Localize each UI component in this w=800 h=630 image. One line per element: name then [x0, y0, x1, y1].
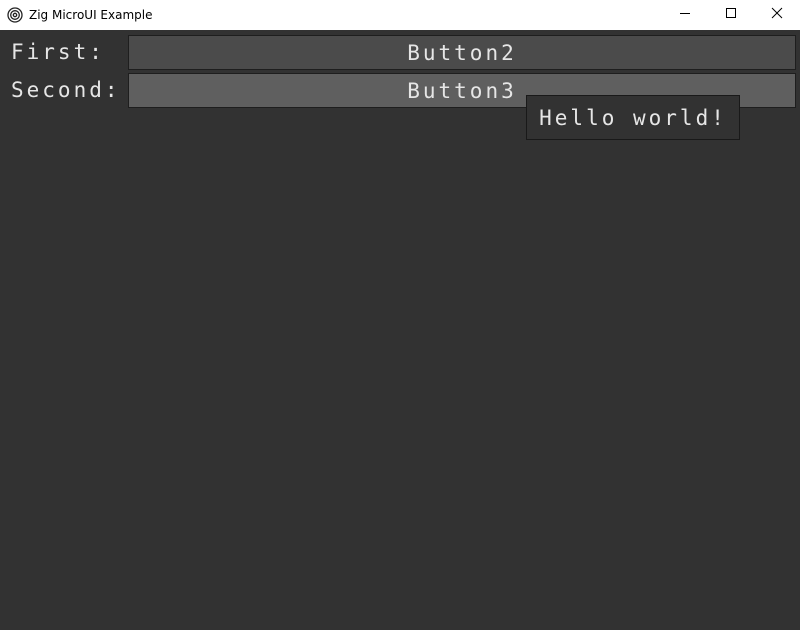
second-label: Second:: [11, 78, 121, 102]
title-bar[interactable]: Zig MicroUI Example: [0, 0, 800, 30]
hello-tooltip: Hello world!: [526, 95, 740, 140]
minimize-icon: [679, 6, 691, 24]
client-area: First: Button2 Second: Button3 Hello wor…: [0, 30, 800, 630]
button2-label: Button2: [407, 40, 517, 65]
app-window: Zig MicroUI Example First: Button2 Secon…: [0, 0, 800, 630]
window-title: Zig MicroUI Example: [29, 8, 153, 22]
button2[interactable]: Button2: [128, 35, 796, 70]
close-button[interactable]: [754, 0, 800, 30]
button3-label: Button3: [407, 78, 517, 103]
close-icon: [771, 6, 783, 24]
first-label: First:: [11, 40, 105, 64]
maximize-icon: [725, 6, 737, 24]
tooltip-text: Hello world!: [539, 105, 727, 130]
minimize-button[interactable]: [662, 0, 708, 30]
app-icon: [7, 7, 23, 23]
maximize-button[interactable]: [708, 0, 754, 30]
